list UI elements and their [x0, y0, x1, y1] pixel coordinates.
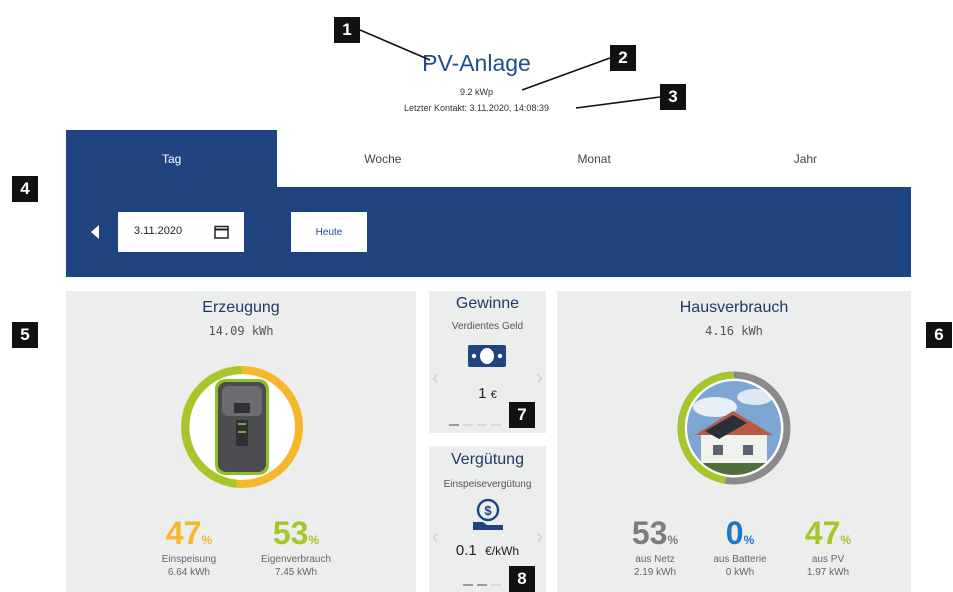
production-total: 14.09 kWh: [208, 324, 274, 338]
callout-4: 4: [12, 176, 38, 202]
tab-month[interactable]: Monat: [488, 130, 700, 187]
banknote-icon: [468, 345, 506, 367]
tab-day[interactable]: Tag: [66, 130, 278, 187]
callout-3: 3: [660, 84, 686, 110]
today-button[interactable]: Heute: [291, 212, 367, 252]
feed-in-percent: 47%: [165, 515, 213, 551]
production-title: Erzeugung: [202, 299, 280, 316]
tab-year[interactable]: Jahr: [699, 130, 911, 187]
grid-percent: 53%: [631, 515, 679, 551]
earnings-title: Gewinne: [455, 295, 520, 312]
date-field[interactable]: 3.11.2020: [118, 212, 244, 252]
battery-caption: aus Batterie 0 kWh: [713, 554, 767, 578]
callout-6: 6: [926, 322, 952, 348]
house-title: Hausverbrauch: [679, 299, 789, 316]
date-value: 3.11.2020: [134, 225, 183, 237]
pv-caption: aus PV 1.97 kWh: [806, 554, 850, 578]
house-total: 4.16 kWh: [705, 324, 763, 338]
compensation-title: Vergütung: [451, 451, 524, 468]
house-photo: [687, 381, 781, 475]
svg-text:$: $: [484, 503, 492, 518]
compensation-pager[interactable]: [463, 584, 501, 586]
earnings-value: 1 €: [478, 385, 497, 402]
compensation-value: 0.1 €/kWh: [455, 542, 520, 559]
callout-8: 8: [509, 566, 535, 592]
compensation-subtitle: Einspeisevergütung: [443, 479, 532, 490]
callout-7: 7: [509, 402, 535, 428]
calendar-icon[interactable]: [214, 225, 229, 239]
feed-in-caption: Einspeisung 6.64 kWh: [161, 554, 217, 578]
earnings-pager[interactable]: [449, 424, 501, 426]
battery-percent: 0%: [725, 515, 755, 551]
production-panel: Erzeugung 14.09 kWh 47% Einspeisung 6.64…: [66, 291, 416, 592]
triangle-left-icon[interactable]: [90, 225, 100, 239]
period-tabs: Tag Woche Monat Jahr: [66, 130, 911, 187]
callout-2: 2: [610, 45, 636, 71]
inverter-icon: [215, 379, 269, 475]
date-bar: 3.11.2020 Heute: [66, 187, 911, 277]
grid-caption: aus Netz 2.19 kWh: [633, 554, 677, 578]
self-consumption-percent: 53%: [272, 515, 320, 551]
house-panel: Hausverbrauch 4.16 kWh 53% aus Netz 2.19…: [557, 291, 911, 592]
tab-week[interactable]: Woche: [277, 130, 489, 187]
callout-1: 1: [334, 17, 360, 43]
self-consumption-caption: Eigenverbrauch 7.45 kWh: [260, 554, 332, 578]
pv-percent: 47%: [804, 515, 852, 551]
earnings-subtitle: Verdientes Geld: [451, 321, 524, 332]
callout-5: 5: [12, 322, 38, 348]
coin-hand-icon: $: [473, 498, 503, 530]
